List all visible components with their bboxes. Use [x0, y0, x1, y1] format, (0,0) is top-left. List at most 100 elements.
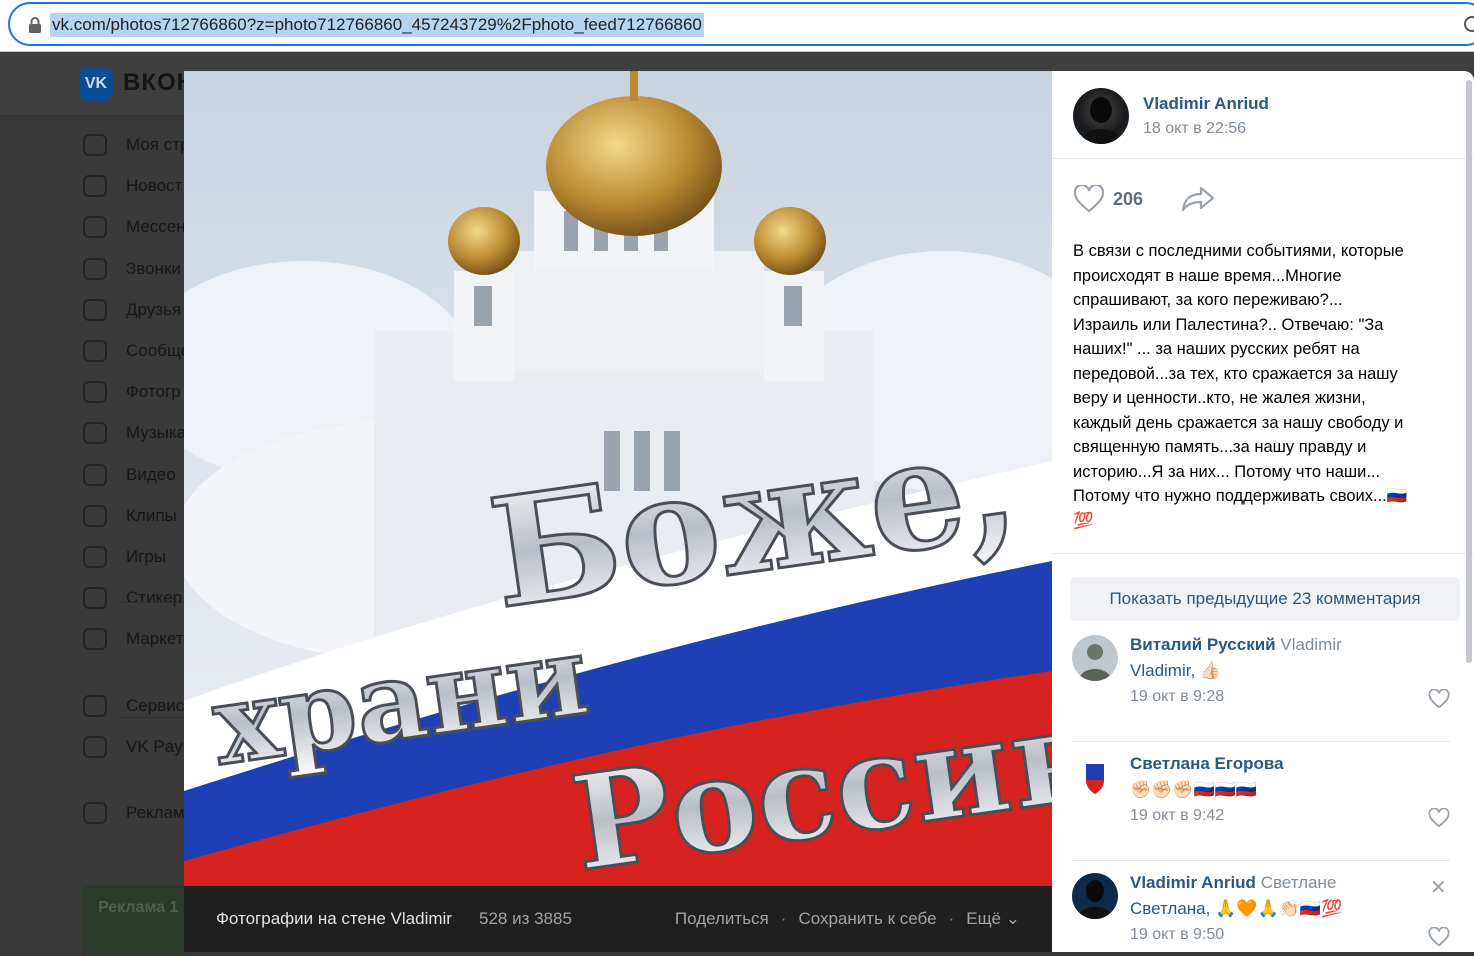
sidebar-item-label: Видео — [126, 464, 176, 484]
vk-logo-icon[interactable]: VK — [79, 67, 113, 101]
comment-author-name: Виталий Русский — [1130, 635, 1276, 654]
address-bar[interactable]: vk.com/photos712766860?z=photo712766860_… — [8, 2, 1474, 46]
comment-date[interactable]: 19 окт в 9:28 — [1130, 688, 1224, 706]
author-name[interactable]: Vladimir Anriud — [1143, 94, 1269, 114]
comment-avatar[interactable] — [1072, 873, 1118, 919]
video-icon — [83, 463, 107, 486]
album-link[interactable]: Фотографии на стене Vladimir — [216, 909, 452, 929]
phone-icon — [83, 257, 107, 280]
sidebar-item[interactable]: Видео — [80, 462, 176, 488]
sidebar-item-label: Новост — [126, 176, 183, 196]
sidebar-item[interactable]: Маркет — [80, 626, 184, 652]
market-icon — [83, 628, 107, 651]
sidebar-item[interactable]: Игры — [80, 544, 166, 570]
like-count: 206 — [1113, 188, 1144, 209]
news-icon — [83, 175, 107, 198]
more-label: Ещё — [966, 909, 1002, 928]
lock-icon[interactable] — [28, 17, 42, 33]
comment-avatar[interactable] — [1072, 635, 1118, 681]
gamepad-icon — [83, 546, 107, 568]
sidebar-item[interactable]: Моя стр — [80, 132, 189, 158]
sidebar-item-label: VK Pay — [126, 736, 183, 756]
comment-heart-icon[interactable] — [1428, 927, 1450, 947]
sidebar-item[interactable]: Реклам — [80, 800, 185, 826]
comment-text: Vladimir, 👍🏻 — [1130, 661, 1221, 681]
comment-author[interactable]: Светлана Егорова — [1130, 754, 1284, 774]
sidebar-item-label: Фотогр — [126, 382, 181, 402]
sidebar-item-label: Стикер — [126, 588, 183, 608]
music-icon — [83, 422, 107, 445]
photo-side-panel: Vladimir Anriud 18 окт в 22:56 206 В свя… — [1052, 71, 1474, 952]
comment-text: ✊🏻✊🏻✊🏻🇷🇺🇷🇺🇷🇺 — [1130, 780, 1258, 799]
scrollbar[interactable] — [1466, 80, 1472, 663]
clips-icon — [83, 504, 107, 527]
vkpay-icon — [83, 735, 107, 758]
browser-toolbar: vk.com/photos712766860?z=photo712766860_… — [0, 0, 1474, 52]
sidebar-item[interactable]: Звонки — [80, 256, 181, 282]
sidebar-item[interactable]: Стикер — [80, 585, 182, 611]
reply-to: Светлане — [1260, 873, 1337, 892]
sidebar-item-label: Музыка — [126, 423, 187, 443]
user-circle-icon — [83, 134, 107, 156]
comment-divider — [1072, 860, 1450, 861]
separator-dot: · — [948, 909, 955, 928]
comment-author[interactable]: Vladimir Anriud Светлане — [1130, 873, 1336, 893]
message-icon — [83, 216, 107, 239]
communities-icon — [83, 340, 107, 362]
comment-author-name: Светлана Егорова — [1130, 754, 1284, 773]
sidebar-item-label: Реклам — [126, 803, 185, 822]
friends-icon — [83, 298, 107, 321]
show-previous-comments-button[interactable]: Показать предыдущие 23 комментария — [1070, 577, 1460, 621]
sidebar-item[interactable]: Музыка — [80, 420, 186, 446]
sidebar-item-label: Сообще — [126, 341, 191, 360]
sidebar-item[interactable]: Клипы — [80, 503, 177, 529]
comment-date[interactable]: 19 окт в 9:42 — [1130, 807, 1224, 825]
comment-heart-icon[interactable] — [1428, 689, 1450, 709]
sidebar-item[interactable]: Новост — [80, 173, 182, 199]
heart-icon[interactable] — [1073, 185, 1105, 213]
services-icon — [83, 694, 107, 717]
mention-link[interactable]: Светлана, — [1130, 899, 1210, 918]
sidebar-item-label: Клипы — [126, 505, 177, 525]
comment-heart-icon[interactable] — [1428, 808, 1450, 828]
ad-block[interactable]: Реклама 1 — [82, 885, 192, 956]
close-icon[interactable]: ✕ — [1430, 875, 1447, 900]
photo-image[interactable]: Боже, храни Россию — [184, 71, 1052, 886]
sticker-icon — [83, 587, 107, 610]
comment-emoji: 🙏🧡🙏👏🏻🇷🇺💯 — [1215, 899, 1343, 918]
sidebar-item[interactable]: Друзья — [80, 297, 181, 323]
mention-link[interactable]: Vladimir, — [1130, 661, 1195, 680]
more-button[interactable]: Ещё ⌄ — [966, 909, 1020, 929]
photo-counter: 528 из 3885 — [479, 909, 572, 928]
ad-label: Реклама 1 — [98, 899, 179, 916]
comment-author[interactable]: Виталий Русский Vladimir — [1130, 635, 1342, 655]
share-arrow-icon[interactable] — [1181, 186, 1215, 212]
likes-row: 206 — [1073, 183, 1215, 215]
sidebar-item[interactable]: Фотогр — [80, 379, 181, 405]
share-button[interactable]: Поделиться — [675, 909, 769, 929]
save-to-self-button[interactable]: Сохранить к себе — [798, 909, 936, 929]
megaphone-icon — [83, 802, 107, 824]
author-header: Vladimir Anriud 18 окт в 22:56 — [1052, 71, 1474, 159]
author-avatar[interactable] — [1073, 88, 1129, 144]
sidebar-item-label: Игры — [126, 547, 167, 566]
post-date[interactable]: 18 окт в 22:56 — [1143, 120, 1246, 138]
comment-date[interactable]: 19 окт в 9:50 — [1130, 926, 1224, 944]
divider — [1052, 553, 1474, 554]
comment-emoji: 👍🏻 — [1199, 661, 1222, 680]
comment-avatar[interactable] — [1072, 754, 1118, 800]
sidebar-item-label: Звонки — [126, 258, 181, 278]
comment-text: Светлана, 🙏🧡🙏👏🏻🇷🇺💯 — [1130, 899, 1342, 919]
url-text[interactable]: vk.com/photos712766860?z=photo712766860_… — [50, 13, 704, 37]
sidebar-item[interactable]: Мессен — [80, 214, 186, 240]
reply-to: Vladimir — [1280, 635, 1342, 654]
sidebar-item[interactable]: VK Pay — [80, 734, 183, 760]
sidebar-item[interactable]: Сообще — [80, 338, 190, 364]
page-info-icon[interactable] — [1464, 16, 1474, 32]
sidebar-item-label: Маркет — [126, 629, 184, 649]
sidebar-item[interactable]: Сервис — [80, 693, 184, 719]
sidebar-item-label: Мессен — [126, 217, 186, 237]
post-text: В связи с последними событиями, которые … — [1073, 242, 1408, 530]
cathedral-flag-image: Боже, храни Россию — [184, 71, 1052, 886]
chevron-down-icon: ⌄ — [1005, 909, 1020, 928]
